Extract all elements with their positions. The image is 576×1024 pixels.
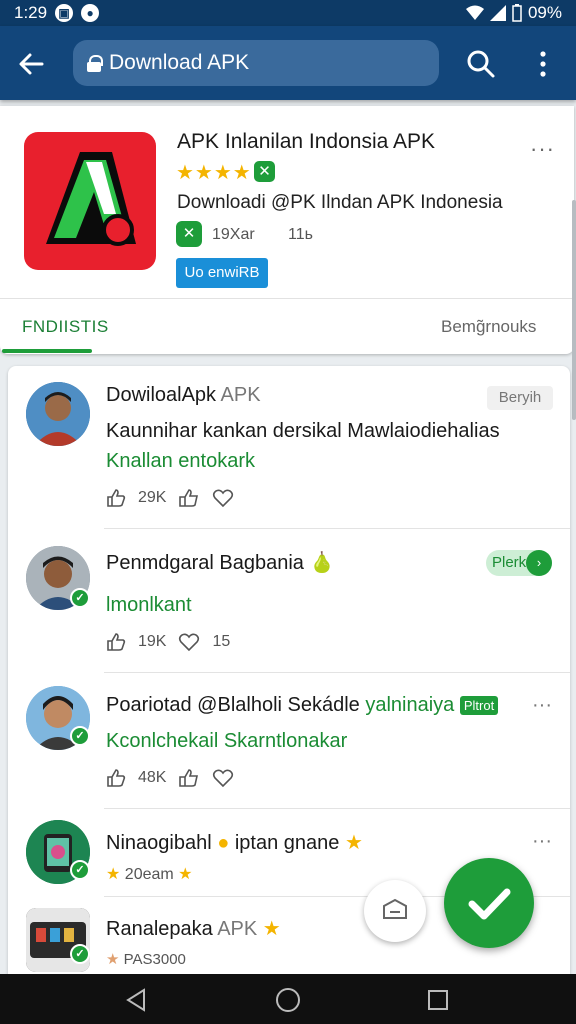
app-info-card: APK Inlanilan Indonsia APK ··· ★★★★ ✕ Do…	[0, 106, 574, 354]
system-nav-bar	[0, 974, 576, 1024]
item-description: Kaunnihar kankan dersikal Mawlaiodiehali…	[106, 420, 500, 442]
avatar	[26, 382, 90, 446]
more-horiz-icon[interactable]: ···	[532, 694, 552, 717]
status-bar: 1:29 ▣ ● 09%	[0, 0, 576, 26]
status-time: 1:29	[14, 3, 48, 22]
battery-percent: 09%	[527, 3, 562, 22]
notification-icon: ▣	[55, 4, 74, 22]
more-horiz-icon[interactable]: ···	[530, 136, 555, 162]
more-horiz-icon[interactable]: ···	[532, 830, 552, 853]
nav-back-icon[interactable]	[122, 986, 150, 1014]
scrollbar[interactable]	[572, 200, 576, 420]
verified-check-icon: ✓	[70, 860, 90, 880]
item-link[interactable]: Kconlchekail Skarntlonakar	[106, 730, 347, 753]
app-bar: Download APK	[0, 26, 576, 100]
share-icon[interactable]	[178, 488, 200, 508]
thumbs-up-icon[interactable]	[106, 632, 126, 652]
item-title: Ranalepaka APK ★	[106, 918, 281, 940]
notification-icon: ●	[81, 4, 100, 22]
bookmark-icon	[383, 898, 407, 919]
item-title: DowiloalApk APK	[106, 384, 261, 406]
item-title: Poariotad @Blalholi Sekádle yalninaiya P…	[106, 694, 499, 717]
heart-icon[interactable]	[212, 488, 234, 508]
nav-home-icon[interactable]	[274, 986, 302, 1014]
item-title: Penmdgaral Bagbania 🍐	[106, 552, 335, 574]
more-vert-icon[interactable]	[530, 47, 556, 81]
list-item[interactable]: DowiloalApk APK Beryih Kaunnihar kankan …	[8, 366, 570, 528]
signal-icon	[489, 5, 506, 21]
check-icon: ›	[526, 550, 552, 576]
item-actions: 29K	[106, 488, 234, 508]
list-item[interactable]: ✓ Penmdgaral Bagbania 🍐 Plerk › lmonlkant…	[8, 530, 570, 670]
url-text: Download APK	[109, 51, 250, 74]
item-link[interactable]: lmonlkant	[106, 594, 192, 617]
save-button[interactable]	[364, 880, 426, 942]
wifi-icon	[465, 5, 484, 20]
url-bar[interactable]: Download APK	[73, 40, 439, 86]
search-icon[interactable]	[464, 47, 498, 81]
nav-recent-icon[interactable]	[424, 986, 452, 1014]
tab-reviews[interactable]: Bemg̃rnouks	[441, 317, 536, 337]
item-actions: 48K	[106, 768, 234, 788]
tab-indicator	[2, 349, 92, 353]
tab-bar: FNDIISTIS Bemg̃rnouks	[0, 298, 574, 354]
thumbs-up-icon[interactable]	[106, 768, 126, 788]
verified-check-icon: ✓	[70, 588, 90, 608]
like-count: 19K	[138, 633, 167, 650]
app-size: 19Xar	[212, 226, 255, 243]
tab-details[interactable]: FNDIISTIS	[22, 317, 109, 337]
share-icon[interactable]	[178, 768, 200, 788]
status-badge: Beryih	[487, 386, 553, 410]
item-link[interactable]: Knallan entokark	[106, 450, 255, 473]
verified-check-icon: ✓	[70, 726, 90, 746]
battery-icon	[512, 4, 522, 22]
confirm-fab-button[interactable]	[444, 858, 534, 948]
item-title: Ninaogibahl ● iptan gnane ★	[106, 832, 363, 854]
lock-icon	[87, 55, 103, 72]
tag-badge: Pltrot	[459, 696, 499, 716]
app-download-count: 11ь	[288, 226, 313, 243]
verified-badge-icon: ✕	[254, 161, 275, 182]
heart-icon[interactable]	[178, 632, 200, 652]
rating-stars: ★★★★	[176, 162, 252, 184]
verified-check-icon: ✓	[70, 944, 90, 964]
divider	[104, 808, 570, 809]
check-icon	[468, 888, 511, 920]
app-title: APK Inlanilan Indonsia APK	[177, 130, 436, 153]
item-actions: 19K 15	[106, 632, 230, 652]
app-logo-icon[interactable]	[24, 132, 156, 270]
install-button[interactable]: Uo enwiRB	[176, 258, 268, 288]
thumbs-up-icon[interactable]	[106, 488, 126, 508]
like-count: 48K	[138, 769, 167, 786]
heart-count: 15	[212, 633, 231, 650]
heart-icon[interactable]	[212, 768, 234, 788]
item-meta: ★ 20eam ★	[106, 866, 193, 883]
back-arrow-icon[interactable]	[14, 46, 50, 82]
list-item[interactable]: ✓ Poariotad @Blalholi Sekádle yalninaiya…	[8, 674, 570, 808]
status-badge: Plerk ›	[486, 550, 552, 576]
item-meta: ★ PAS3000	[106, 951, 186, 968]
editor-badge-icon: ✕	[176, 221, 202, 247]
like-count: 29K	[138, 489, 167, 506]
app-subtitle: Downloadi @PK Ilndan APK Indonesia	[177, 192, 503, 213]
divider	[104, 528, 570, 529]
divider	[104, 672, 570, 673]
